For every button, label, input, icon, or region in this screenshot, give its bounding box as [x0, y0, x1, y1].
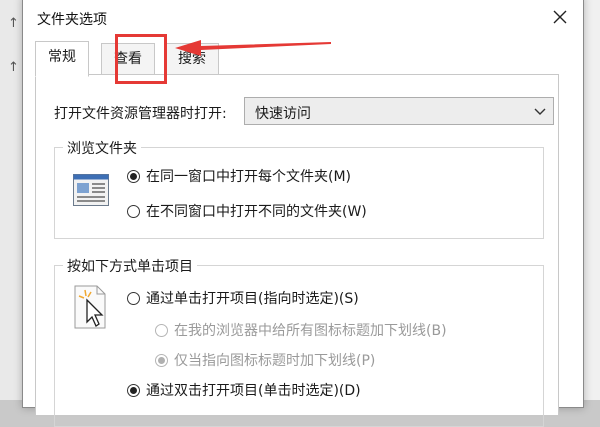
radio-button[interactable]: [155, 353, 168, 367]
radio-label: 在我的浏览器中给所有图标标题加下划线(B): [174, 323, 447, 339]
radio-underline-all[interactable]: 在我的浏览器中给所有图标标题加下划线(B): [155, 320, 447, 340]
click-items-legend: 按如下方式单击项目: [63, 256, 197, 276]
radio-label: 通过双击打开项目(单击时选定)(D): [146, 383, 361, 399]
tab-general-label: 常规: [48, 49, 76, 65]
radio-label: 在同一窗口中打开每个文件夹(M): [146, 169, 352, 185]
radio-double-click[interactable]: 通过双击打开项目(单击时选定)(D): [127, 380, 361, 400]
browse-folders-legend: 浏览文件夹: [63, 138, 141, 158]
highlight-box: [115, 34, 167, 84]
radio-button[interactable]: [127, 204, 140, 218]
radio-different-window[interactable]: 在不同窗口中打开不同的文件夹(W): [127, 201, 367, 221]
dialog-title: 文件夹选项: [37, 12, 107, 28]
click-items-group: 按如下方式单击项目 通过单击打开项目(指向时选定)(S) 在我的浏览器中给所有图…: [54, 256, 544, 427]
radio-button[interactable]: [127, 169, 140, 183]
radio-same-window[interactable]: 在同一窗口中打开每个文件夹(M): [127, 166, 351, 186]
radio-label: 仅当指向图标标题时加下划线(P): [174, 353, 376, 369]
general-tab-panel: 打开文件资源管理器时打开: 快速访问 浏览文件夹 在同一窗口中打开每个文件夹(M…: [35, 74, 559, 427]
browse-folders-group: 浏览文件夹 在同一窗口中打开每个文件夹(M) 在不同窗口中打开不同的文件夹(W): [54, 138, 544, 239]
close-icon: [553, 10, 567, 24]
close-button[interactable]: [537, 1, 583, 33]
radio-underline-hover[interactable]: 仅当指向图标标题时加下划线(P): [155, 350, 375, 370]
background-scrollbar: [583, 0, 600, 400]
background-glyph: ↑: [8, 16, 19, 31]
radio-label: 在不同窗口中打开不同的文件夹(W): [146, 204, 367, 220]
open-explorer-value: 快速访问: [255, 106, 311, 122]
open-explorer-label: 打开文件资源管理器时打开:: [54, 106, 227, 122]
radio-label: 通过单击打开项目(指向时选定)(S): [146, 291, 359, 307]
pointer-arrow-icon: [175, 40, 331, 56]
window-icon: [73, 174, 109, 206]
tab-general[interactable]: 常规: [35, 41, 89, 77]
cursor-document-icon: [74, 285, 106, 329]
radio-button[interactable]: [155, 323, 168, 337]
background-glyph: ↑: [8, 60, 19, 75]
radio-button[interactable]: [127, 291, 140, 305]
folder-options-dialog: 文件夹选项 常规 查看 搜索 打开文件资源管理器时打开: 快速访问 浏览文件夹 …: [22, 0, 584, 427]
radio-single-click[interactable]: 通过单击打开项目(指向时选定)(S): [127, 288, 359, 308]
radio-button[interactable]: [127, 383, 140, 397]
open-explorer-select[interactable]: 快速访问: [244, 97, 554, 125]
title-bar[interactable]: 文件夹选项: [23, 0, 583, 35]
chevron-down-icon: [534, 108, 546, 115]
